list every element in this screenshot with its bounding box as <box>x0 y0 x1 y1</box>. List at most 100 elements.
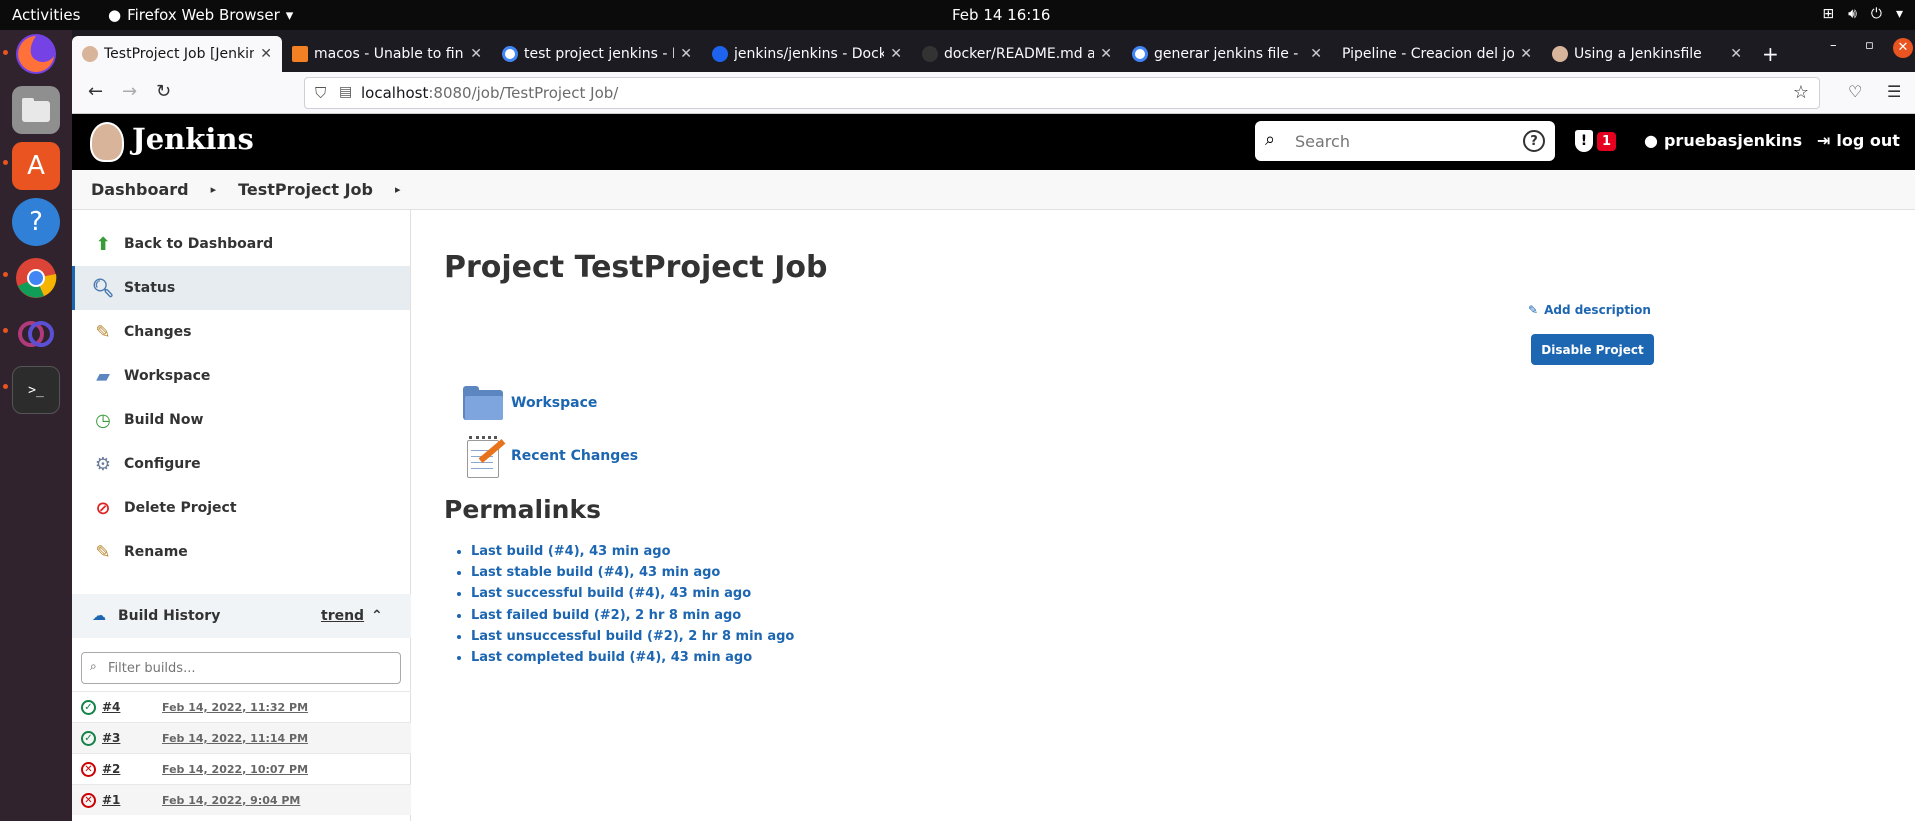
close-tab-icon[interactable]: ✕ <box>260 46 272 62</box>
sidebar-item-build-now[interactable]: ◷ Build Now <box>72 398 410 442</box>
build-row[interactable]: ✕ #2 Feb 14, 2022, 10:07 PM <box>72 753 411 784</box>
postman-dock-icon[interactable] <box>12 310 60 358</box>
sidebar-item-configure[interactable]: ⚙ Configure <box>72 442 410 486</box>
files-dock-icon[interactable] <box>12 86 60 134</box>
close-tab-icon[interactable]: ✕ <box>1730 46 1742 62</box>
jenkins-header: Jenkins ⌕ ? ! 1 ● pruebasjenkins ⇥ log o… <box>72 114 1915 170</box>
tab-github-readme[interactable]: docker/README.md at ✕ <box>912 36 1122 72</box>
recent-changes-label: Recent Changes <box>511 448 639 464</box>
firefox-icon: ● <box>108 6 122 24</box>
new-tab-button[interactable]: + <box>1752 36 1792 72</box>
sidebar-item-status[interactable]: 🔍︎ Status <box>72 266 410 310</box>
folder-icon: ▰ <box>96 365 110 387</box>
restore-icon[interactable]: ▫ <box>1865 38 1874 53</box>
breadcrumb-job[interactable]: TestProject Job <box>238 180 373 199</box>
software-dock-icon[interactable]: A <box>12 142 60 190</box>
sidebar-item-delete-project[interactable]: ⊘ Delete Project <box>72 486 410 530</box>
system-tray[interactable]: ⊞ 🔊︎ ⏻ ▾ <box>1822 6 1903 22</box>
help-icon[interactable]: ? <box>1523 130 1545 152</box>
tab-pipeline[interactable]: Pipeline - Creacion del job ✕ <box>1332 36 1542 72</box>
jenkins-logo[interactable] <box>90 122 124 162</box>
chevron-right-icon[interactable]: ▸ <box>395 183 401 196</box>
permalink-last-stable-build[interactable]: Last stable build (#4), 43 min ago <box>471 562 794 583</box>
chrome-dock-icon[interactable] <box>12 254 60 302</box>
jenkins-title[interactable]: Jenkins <box>132 122 254 156</box>
navigation-bar: ← → ↻ ⛉ ▤ localhost:8080/job/TestProject… <box>72 72 1915 114</box>
recent-changes-link[interactable]: Recent Changes <box>463 434 638 478</box>
sidebar-item-changes[interactable]: ✎ Changes <box>72 310 410 354</box>
filter-builds-input[interactable] <box>108 660 388 676</box>
app-menu[interactable]: ● Firefox Web Browser ▾ <box>108 6 293 24</box>
close-tab-icon[interactable]: ✕ <box>1520 46 1532 62</box>
permalink-last-failed-build[interactable]: Last failed build (#2), 2 hr 8 min ago <box>471 605 794 626</box>
tracking-shield-icon[interactable]: ⛉ <box>315 84 326 102</box>
sidebar-item-workspace[interactable]: ▰ Workspace <box>72 354 410 398</box>
build-date-link[interactable]: Feb 14, 2022, 11:14 PM <box>162 732 308 745</box>
tab-title: TestProject Job [Jenkins] <box>104 46 255 62</box>
close-tab-icon[interactable]: ✕ <box>470 46 482 62</box>
tab-jenkins-job[interactable]: TestProject Job [Jenkins] ✕ <box>72 36 282 72</box>
logout-link[interactable]: ⇥ log out <box>1817 131 1900 150</box>
close-tab-icon[interactable]: ✕ <box>1310 46 1322 62</box>
close-tab-icon[interactable]: ✕ <box>680 46 692 62</box>
build-number-link[interactable]: #3 <box>102 731 120 745</box>
search-icon: ⌕ <box>1265 129 1276 150</box>
caret-down-icon: ▾ <box>285 6 294 24</box>
add-description-link[interactable]: ✎ Add description <box>1528 303 1651 317</box>
bookmark-star-icon[interactable]: ☆ <box>1793 82 1809 103</box>
build-row[interactable]: ✓ #4 Feb 14, 2022, 11:32 PM <box>72 691 411 722</box>
build-history-title: Build History <box>118 608 221 624</box>
pocket-icon[interactable]: ♡ <box>1848 82 1862 101</box>
tab-using-jenkinsfile[interactable]: Using a Jenkinsfile ✕ <box>1542 36 1752 72</box>
chevron-right-icon[interactable]: ▸ <box>211 183 217 196</box>
minimize-icon[interactable]: – <box>1830 38 1837 53</box>
stackoverflow-favicon <box>292 46 308 62</box>
breadcrumb-dashboard[interactable]: Dashboard <box>91 180 189 199</box>
build-number-link[interactable]: #2 <box>102 762 120 776</box>
filter-builds-box[interactable]: ⌕ <box>81 652 401 684</box>
disable-project-button[interactable]: Disable Project <box>1531 334 1654 365</box>
permalink-last-successful-build[interactable]: Last successful build (#4), 43 min ago <box>471 583 794 604</box>
tab-macos[interactable]: macos - Unable to find ✕ <box>282 36 492 72</box>
search-input[interactable] <box>1295 131 1515 151</box>
close-window-icon[interactable]: ✕ <box>1893 38 1913 58</box>
build-date-link[interactable]: Feb 14, 2022, 9:04 PM <box>162 794 300 807</box>
reload-icon[interactable]: ↻ <box>156 81 171 102</box>
close-tab-icon[interactable]: ✕ <box>890 46 902 62</box>
page-info-icon[interactable]: ▤ <box>339 84 352 100</box>
logout-label: log out <box>1836 131 1900 150</box>
build-row[interactable]: ✓ #3 Feb 14, 2022, 11:14 PM <box>72 722 411 753</box>
sidebar-item-label: Rename <box>124 544 188 560</box>
build-row[interactable]: ✕ #1 Feb 14, 2022, 9:04 PM <box>72 784 411 815</box>
permalink-last-completed-build[interactable]: Last completed build (#4), 43 min ago <box>471 647 794 668</box>
back-arrow-icon[interactable]: ← <box>88 81 103 102</box>
close-tab-icon[interactable]: ✕ <box>1100 46 1112 62</box>
forward-arrow-icon[interactable]: → <box>122 81 137 102</box>
search-box[interactable]: ⌕ ? <box>1255 121 1555 161</box>
chevron-up-icon[interactable]: ⌃ <box>371 608 383 624</box>
help-dock-icon[interactable]: ? <box>12 198 60 246</box>
firefox-dock-icon[interactable] <box>12 30 60 78</box>
user-menu[interactable]: ● pruebasjenkins <box>1644 131 1802 150</box>
sidebar-item-back-to-dashboard[interactable]: ⬆ Back to Dashboard <box>72 222 410 266</box>
tab-google-jenkinsfile[interactable]: generar jenkins file - Bu ✕ <box>1122 36 1332 72</box>
build-date-link[interactable]: Feb 14, 2022, 11:32 PM <box>162 701 308 714</box>
hamburger-menu-icon[interactable]: ☰ <box>1887 82 1901 101</box>
permalink-last-unsuccessful-build[interactable]: Last unsuccessful build (#2), 2 hr 8 min… <box>471 626 794 647</box>
activities-button[interactable]: Activities <box>12 6 80 24</box>
tab-docker-hub[interactable]: jenkins/jenkins - Docker ✕ <box>702 36 912 72</box>
tab-google-search[interactable]: test project jenkins - Bu ✕ <box>492 36 702 72</box>
build-number-link[interactable]: #4 <box>102 700 120 714</box>
terminal-dock-icon[interactable]: >_ <box>12 366 60 414</box>
workspace-link[interactable]: Workspace <box>463 386 597 420</box>
url-bar[interactable]: ⛉ ▤ localhost:8080/job/TestProject Job/ … <box>304 77 1820 109</box>
clock[interactable]: Feb 14 16:16 <box>952 6 1050 24</box>
build-number-link[interactable]: #1 <box>102 793 120 807</box>
sidebar-item-rename[interactable]: ✎ Rename <box>72 530 410 574</box>
build-date-link[interactable]: Feb 14, 2022, 10:07 PM <box>162 763 308 776</box>
security-alert[interactable]: ! 1 <box>1575 130 1617 152</box>
trend-link[interactable]: trend <box>321 608 364 624</box>
permalink-last-build[interactable]: Last build (#4), 43 min ago <box>471 541 794 562</box>
success-check-icon: ✓ <box>81 730 96 746</box>
tab-title: macos - Unable to find <box>314 46 465 62</box>
